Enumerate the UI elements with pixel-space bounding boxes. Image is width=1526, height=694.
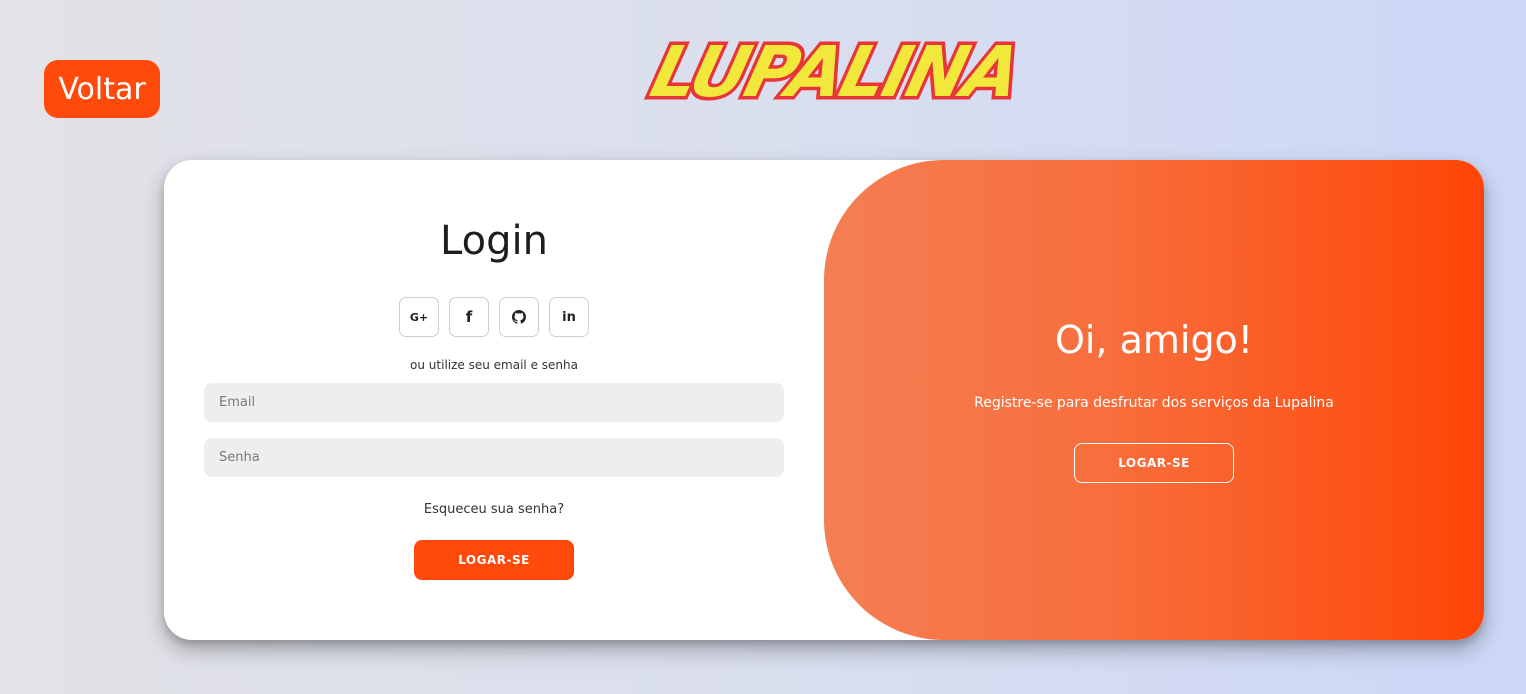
logo-text: LUPALINA	[643, 34, 1027, 106]
lupalina-logo: LUPALINA	[640, 34, 1031, 106]
promo-title: Oi, amigo!	[1054, 318, 1254, 362]
facebook-button[interactable]: f	[449, 297, 489, 337]
login-title: Login	[440, 218, 548, 264]
alt-login-hint: ou utilize seu email e senha	[410, 358, 578, 372]
linkedin-button[interactable]: in	[549, 297, 589, 337]
login-form: Login G+ f in ou utilize seu email e sen…	[164, 160, 824, 640]
promo-panel: Oi, amigo! Registre-se para desfrutar do…	[824, 160, 1484, 640]
login-card: Login G+ f in ou utilize seu email e sen…	[164, 160, 1484, 640]
password-field[interactable]	[204, 438, 784, 477]
promo-login-button[interactable]: LOGAR-SE	[1074, 443, 1234, 483]
github-icon	[512, 310, 526, 324]
email-field[interactable]	[204, 383, 784, 422]
google-plus-button[interactable]: G+	[399, 297, 439, 337]
github-button[interactable]	[499, 297, 539, 337]
promo-text: Registre-se para desfrutar dos serviços …	[974, 395, 1334, 411]
linkedin-icon: in	[562, 309, 576, 325]
forgot-password-link[interactable]: Esqueceu sua senha?	[164, 502, 824, 517]
google-plus-icon: G+	[409, 310, 429, 324]
social-login-buttons: G+ f in	[399, 297, 589, 337]
facebook-icon: f	[465, 308, 473, 326]
back-button[interactable]: Voltar	[44, 60, 160, 118]
login-submit-button[interactable]: LOGAR-SE	[414, 540, 574, 580]
